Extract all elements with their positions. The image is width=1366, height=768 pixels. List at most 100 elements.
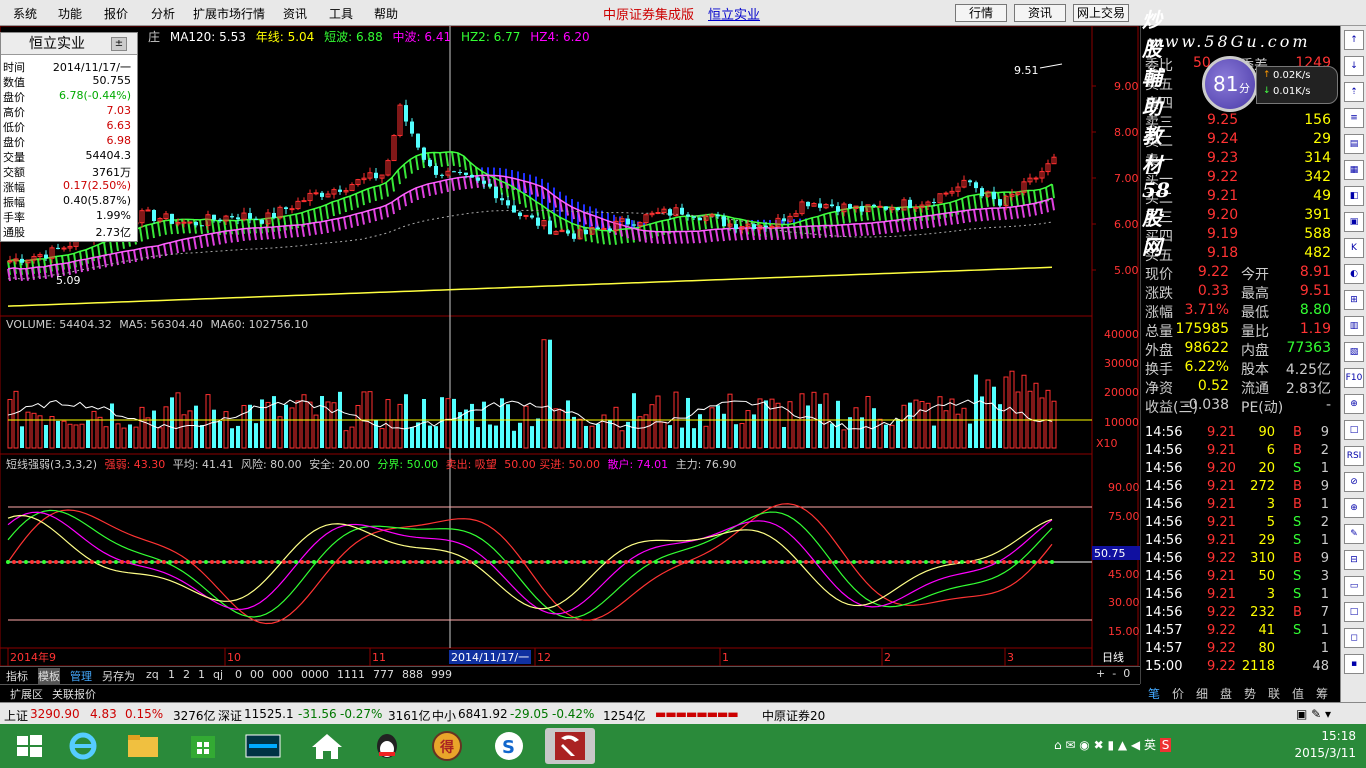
zoom-out-button[interactable]: - [1112,667,1116,680]
news-button[interactable]: 资讯 [1014,4,1066,22]
indicator-dot [144,560,148,564]
magenta-band-stripe [409,190,413,204]
bottom-tool-button[interactable]: qj [213,668,223,681]
info-close-icon[interactable]: ± [111,37,127,51]
volume-axis-label: 20000 [1104,386,1139,399]
online-trade-button[interactable]: 网上交易 [1073,4,1129,22]
right-tab[interactable]: 值 [1292,685,1304,702]
side-tool-icon[interactable]: F10 [1344,368,1364,388]
bottom-tool-button[interactable]: 0 [235,668,242,681]
menu-news[interactable]: 资讯 [283,5,307,22]
info-row: 交量 54404.3 [3,149,135,164]
candle-body-down [422,147,426,160]
bottom-tool-button[interactable]: 另存为 [102,668,135,684]
windows-start-icon[interactable] [4,728,54,764]
side-tool-icon[interactable]: ✎ [1344,524,1364,544]
bottom-tool-button[interactable]: 1111 [337,668,365,681]
side-tool-icon[interactable]: ▭ [1344,576,1364,596]
side-tool-icon[interactable]: ◐ [1344,264,1364,284]
tick-row: 14:56 9.21 50 S 3 [1145,569,1335,588]
menu-ext-market[interactable]: 扩展市场行情 [193,5,265,22]
trading-app-icon[interactable]: 得 [422,728,472,764]
side-tool-icon[interactable]: ◻ [1344,628,1364,648]
side-tool-icon[interactable]: ↑ [1344,30,1364,50]
side-tool-icon[interactable]: ⊟ [1344,550,1364,570]
indicator-dot [450,560,454,564]
side-tool-icon[interactable]: □ [1344,420,1364,440]
bottom-tool-button[interactable]: 管理 [70,668,92,684]
speed-widget[interactable]: 81 分 ↑ 0.02K/s ↓ 0.01K/s [1198,56,1340,112]
side-tool-icon[interactable]: ⊕ [1344,394,1364,414]
bottom-tool-button[interactable]: 777 [373,668,394,681]
system-clock[interactable]: 15:18 2015/3/11 [1294,728,1356,762]
lenovo-icon[interactable] [238,728,288,764]
home-icon[interactable] [302,728,352,764]
side-tool-icon[interactable]: ↓ [1344,56,1364,76]
side-tool-icon[interactable]: ▣ [1344,212,1364,232]
related-quote-tab[interactable]: 关联报价 [52,686,96,702]
bottom-tool-button[interactable]: 00 [250,668,264,681]
menu-function[interactable]: 功能 [58,5,82,22]
side-tool-icon[interactable]: ▦ [1344,160,1364,180]
bottom-tool-button[interactable]: 2 [183,668,190,681]
menu-system[interactable]: 系统 [13,5,37,22]
side-tool-icon[interactable]: ≡ [1344,108,1364,128]
menu-help[interactable]: 帮助 [374,5,398,22]
file-explorer-icon[interactable] [118,728,168,764]
menu-tools[interactable]: 工具 [329,5,353,22]
green-band-stripe [673,217,677,233]
bottom-tool-button[interactable]: 888 [402,668,423,681]
side-tool-icon[interactable]: ◧ [1344,186,1364,206]
right-tab[interactable]: 细 [1196,685,1208,702]
side-tool-icon[interactable]: ▧ [1344,342,1364,362]
right-tab[interactable]: 筹 [1316,685,1328,702]
right-tab[interactable]: 盘 [1220,685,1232,702]
bottom-tool-button[interactable]: 模板 [38,668,60,684]
stock-title-link[interactable]: 恒立实业 [708,4,760,23]
zhongyuan-app-icon[interactable] [545,728,595,764]
ext-area-tab[interactable]: 扩展区 [10,686,43,702]
side-tool-icon[interactable]: □ [1344,602,1364,622]
zoom-in-button[interactable]: + [1096,667,1105,680]
system-tray-icons[interactable]: ⌂ ✉ ◉ ✖ ▮ ▲ ◀ 英 S [1054,736,1172,753]
indicator-dot [924,560,928,564]
menu-quote[interactable]: 报价 [104,5,128,22]
right-tab[interactable]: 势 [1244,685,1256,702]
side-tool-icon[interactable]: ▤ [1344,134,1364,154]
date-axis-label: 3 [1007,651,1014,664]
store-icon[interactable] [178,728,228,764]
volume-bar-down [320,396,324,448]
tick-volume: 5 [1266,515,1275,530]
side-tool-icon[interactable]: ▥ [1344,316,1364,336]
status-tray-icons[interactable]: ▣ ✎ ▾ [1296,707,1331,721]
bottom-tool-button[interactable]: 1 [198,668,205,681]
side-tool-icon[interactable]: ⇡ [1344,82,1364,102]
bottom-tool-button[interactable]: 000 [272,668,293,681]
sogou-icon[interactable]: S [484,728,534,764]
indicator-dot [762,560,766,564]
indicator-dot [576,560,580,564]
right-tab[interactable]: 联 [1268,685,1280,702]
bottom-tool-button[interactable]: 1 [168,668,175,681]
info-row-value: 0.17(2.50%) [62,179,131,192]
bottom-tool-button[interactable]: 0000 [301,668,329,681]
side-tool-icon[interactable]: ⊘ [1344,472,1364,492]
right-tab[interactable]: 笔 [1148,685,1160,702]
volume-unit-label: X10 [1096,437,1118,450]
kline-chart-area[interactable]: 9.00 8.00 7.00 6.00 5.00 40000 30000 20000 10000… [0,25,1140,684]
right-tab[interactable]: 价 [1172,685,1184,702]
ie-browser-icon[interactable] [58,728,108,764]
side-tool-icon[interactable]: RSI [1344,446,1364,466]
bottom-tool-button[interactable]: zq [146,668,159,681]
side-tool-icon[interactable]: ⊞ [1344,290,1364,310]
zoom-reset-button[interactable]: 0 [1123,667,1130,680]
menu-analysis[interactable]: 分析 [151,5,175,22]
side-tool-icon[interactable]: K [1344,238,1364,258]
bottom-tool-button[interactable]: 999 [431,668,452,681]
side-tool-icon[interactable]: ▪ [1344,654,1364,674]
side-tool-icon[interactable]: ⊕ [1344,498,1364,518]
qq-icon[interactable] [362,728,412,764]
bottom-tool-button[interactable]: 指标 [6,668,28,684]
info-row-key: 盘价 [3,136,25,149]
quote-button[interactable]: 行情 [955,4,1007,22]
